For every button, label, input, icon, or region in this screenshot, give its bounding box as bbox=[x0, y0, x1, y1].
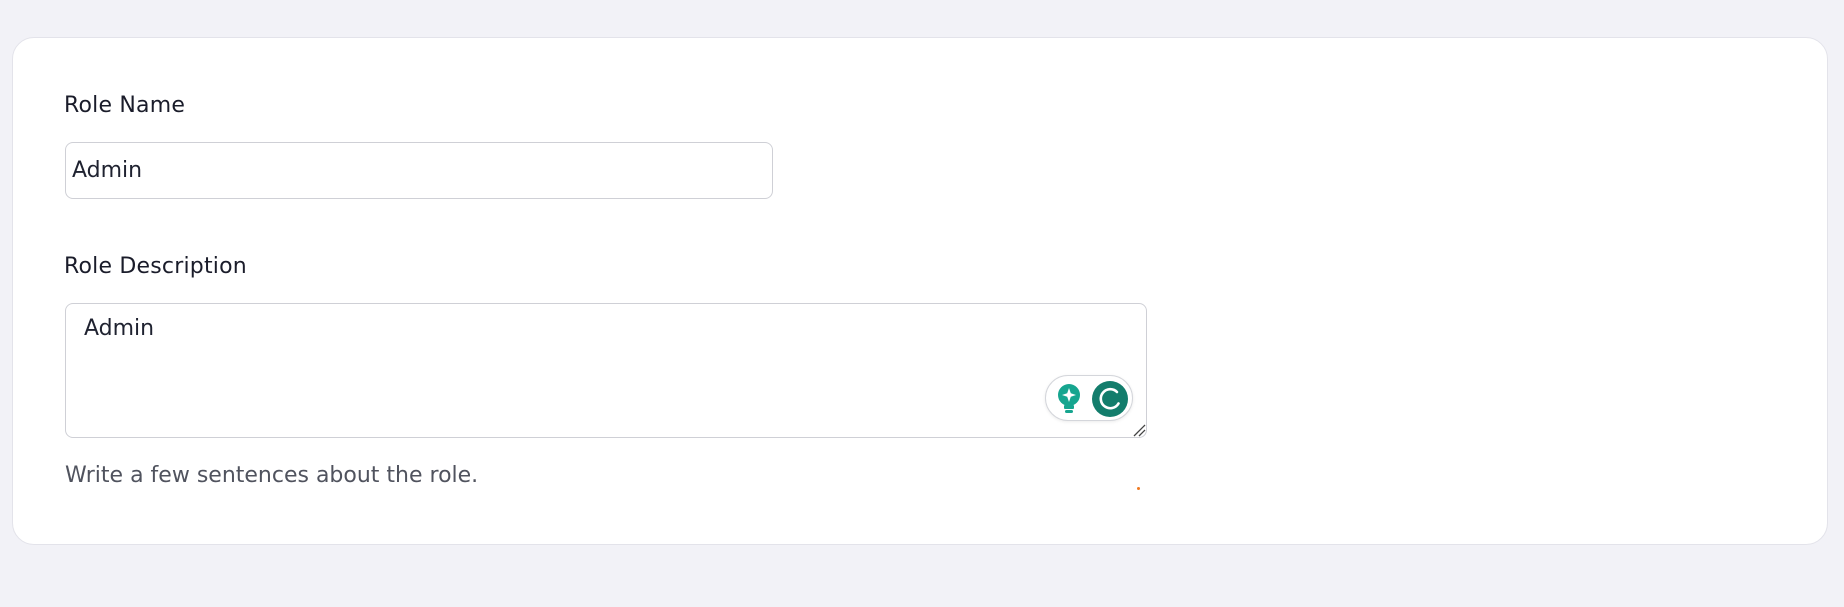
grammar-assistant-widget[interactable] bbox=[1045, 375, 1133, 421]
grammarly-g-icon[interactable] bbox=[1092, 381, 1128, 417]
role-description-field: Admin bbox=[65, 303, 1147, 438]
role-description-label: Role Description bbox=[64, 254, 247, 279]
resize-handle[interactable] bbox=[1132, 423, 1146, 437]
role-description-textarea[interactable]: Admin bbox=[65, 303, 1147, 438]
status-dot bbox=[1137, 487, 1140, 490]
role-name-input[interactable] bbox=[65, 142, 773, 199]
lightbulb-sparkle-icon[interactable] bbox=[1056, 383, 1082, 415]
role-description-helper-text: Write a few sentences about the role. bbox=[65, 463, 479, 488]
role-form-card: Role Name Role Description Admin Write a… bbox=[12, 37, 1828, 545]
role-name-label: Role Name bbox=[64, 93, 186, 118]
